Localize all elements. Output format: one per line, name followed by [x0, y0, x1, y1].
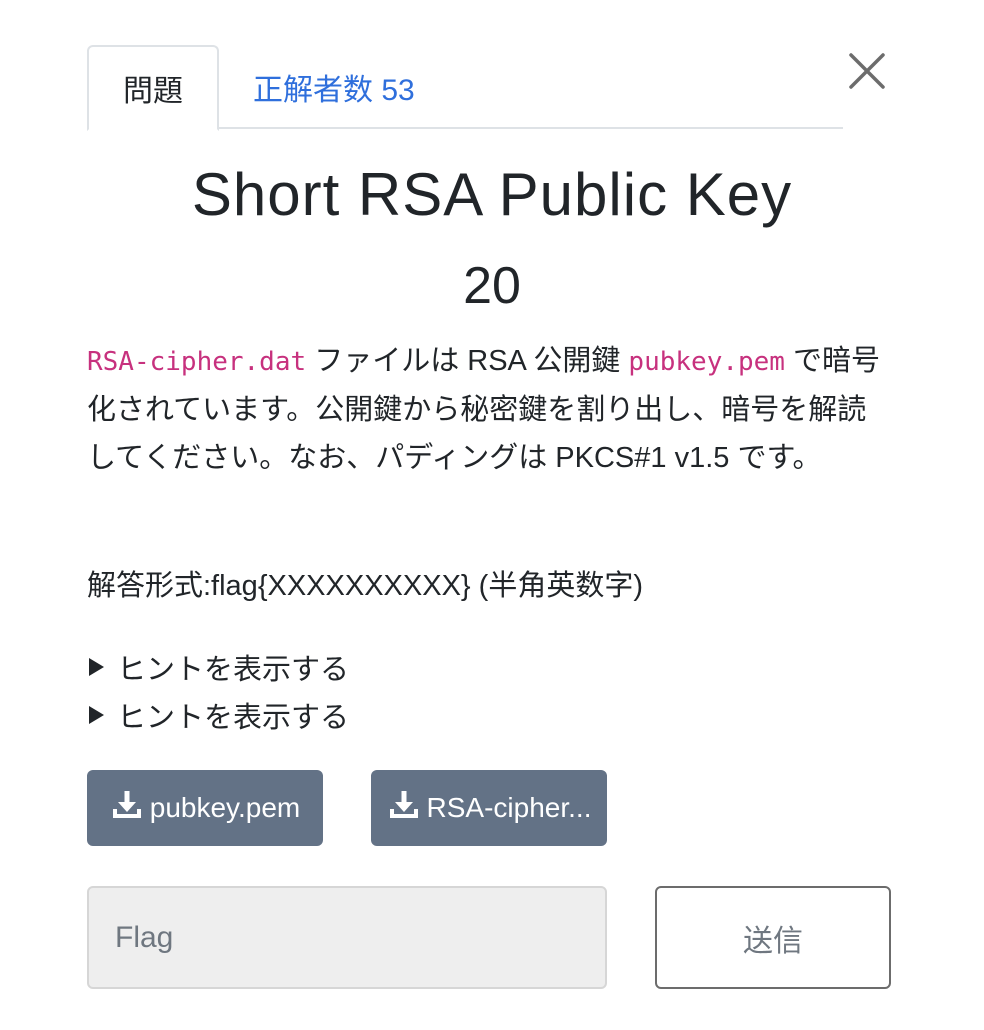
- hint-label: ヒントを表示する: [117, 702, 350, 734]
- download-label: pubkey.pem: [149, 792, 301, 823]
- tab-problem[interactable]: 問題: [87, 45, 219, 131]
- download-icon: [110, 789, 150, 828]
- challenge-description: RSA-cipher.dat ファイルは RSA 公開鍵 pubkey.pem …: [87, 337, 887, 482]
- challenge-points: 20: [463, 257, 521, 315]
- hint-toggle-2[interactable]: ヒントを表示する: [87, 694, 349, 736]
- tab-problem-label: 問題: [123, 75, 183, 108]
- download-pubkey-button[interactable]: pubkey.pem: [87, 770, 323, 846]
- challenge-title: Short RSA Public Key: [191, 161, 793, 228]
- tab-solvers-label: 正解者数 53: [253, 74, 415, 107]
- code-pubkey-filename: pubkey.pem: [628, 347, 785, 377]
- hint-toggle-1[interactable]: ヒントを表示する: [87, 646, 349, 688]
- flag-input[interactable]: [87, 886, 607, 989]
- triangle-right-icon: [89, 706, 104, 724]
- submit-button[interactable]: 送信: [655, 886, 891, 989]
- hint-label: ヒントを表示する: [117, 654, 350, 686]
- tab-solvers[interactable]: 正解者数 53: [239, 45, 439, 129]
- answer-format: 解答形式:flag{XXXXXXXXXX} (半角英数字): [87, 570, 643, 602]
- download-cipher-button[interactable]: RSA-cipher...: [371, 770, 607, 846]
- code-cipher-filename: RSA-cipher.dat: [87, 347, 307, 377]
- tab-bar: 問題 正解者数 53: [87, 45, 843, 131]
- download-icon: [387, 789, 427, 828]
- triangle-right-icon: [89, 658, 104, 676]
- close-icon: [846, 50, 888, 92]
- close-button[interactable]: [846, 50, 888, 92]
- description-text-1: ファイルは RSA 公開鍵: [306, 345, 629, 377]
- download-label: RSA-cipher...: [426, 792, 592, 823]
